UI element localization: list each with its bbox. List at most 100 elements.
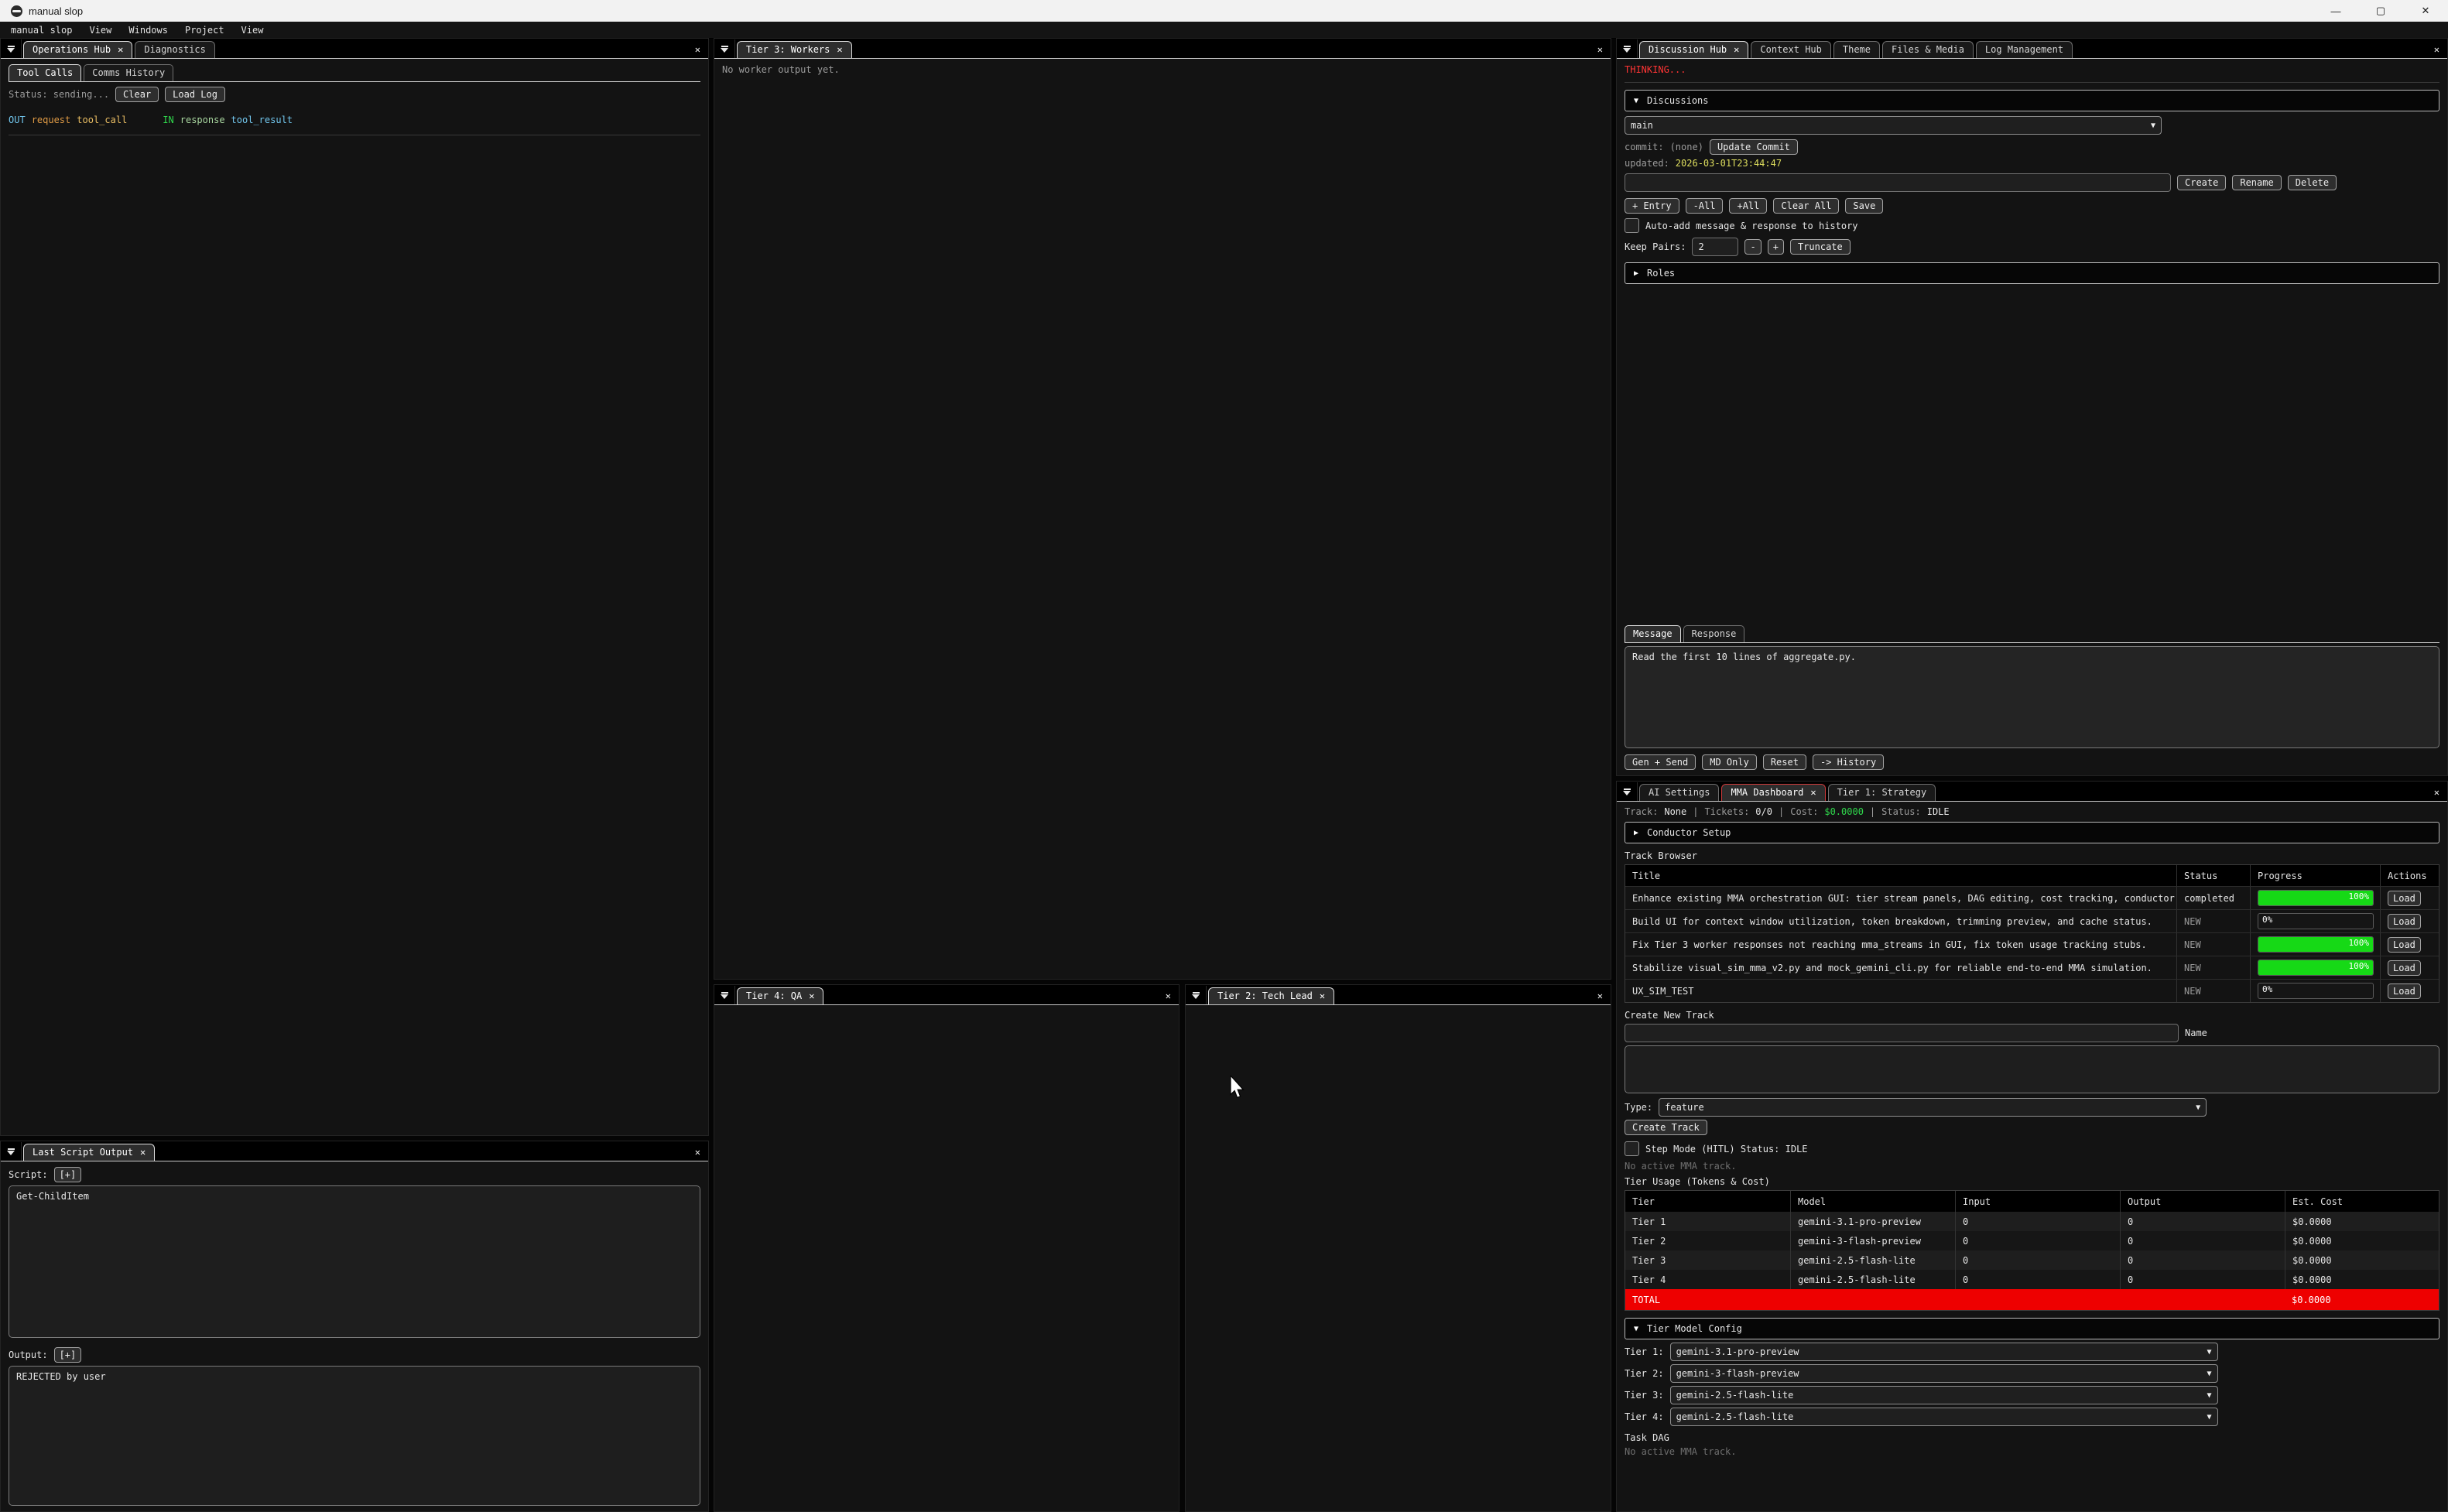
close-icon[interactable]: ✕ <box>2403 0 2448 22</box>
keep-pairs-increment-button[interactable]: + <box>1768 239 1784 255</box>
roles-section-header[interactable]: ▶ Roles <box>1625 262 2439 284</box>
load-button[interactable]: Load <box>2388 983 2421 999</box>
tab-close-icon[interactable]: ✕ <box>837 44 842 55</box>
keep-pairs-decrement-button[interactable]: - <box>1744 239 1761 255</box>
menu-item-windows[interactable]: Windows <box>128 25 168 36</box>
menu-item-view-2[interactable]: View <box>241 25 264 36</box>
subtab-tool-calls[interactable]: Tool Calls <box>9 64 81 81</box>
tier1-model-select[interactable]: gemini-3.1-pro-preview ▼ <box>1670 1343 2218 1361</box>
add-entry-button[interactable]: + Entry <box>1625 198 1679 214</box>
tab-tier2-tech-lead[interactable]: Tier 2: Tech Lead ✕ <box>1208 987 1334 1004</box>
tab-close-icon[interactable]: ✕ <box>809 990 814 1001</box>
tier3-model-select[interactable]: gemini-2.5-flash-lite ▼ <box>1670 1386 2218 1404</box>
plus-all-button[interactable]: +All <box>1729 198 1767 214</box>
status-text: Status: sending... <box>9 89 109 100</box>
keep-pairs-input[interactable]: 2 <box>1692 238 1738 256</box>
tab-ai-settings[interactable]: AI Settings <box>1639 784 1719 801</box>
minimize-icon[interactable]: — <box>2313 0 2358 22</box>
tab-tier4-qa[interactable]: Tier 4: QA ✕ <box>737 987 823 1004</box>
load-log-button[interactable]: Load Log <box>165 87 225 102</box>
tier-model-config-header[interactable]: ▼ Tier Model Config <box>1625 1318 2439 1339</box>
discussion-name-input[interactable] <box>1625 173 2171 192</box>
menu-bar: manual slop View Windows Project View <box>0 22 2448 39</box>
create-button[interactable]: Create <box>2177 175 2226 190</box>
panel-close-icon[interactable]: ✕ <box>687 1147 708 1161</box>
tab-files-media[interactable]: Files & Media <box>1882 41 1974 58</box>
panel-close-icon[interactable]: ✕ <box>2426 44 2447 58</box>
to-history-button[interactable]: -> History <box>1813 754 1884 770</box>
tab-list-dropdown-icon[interactable] <box>1186 986 1207 1004</box>
tier4-model-select[interactable]: gemini-2.5-flash-lite ▼ <box>1670 1408 2218 1426</box>
discussions-section-header[interactable]: ▼ Discussions <box>1625 90 2439 111</box>
load-button[interactable]: Load <box>2388 914 2421 929</box>
reset-button[interactable]: Reset <box>1763 754 1806 770</box>
tab-list-dropdown-icon[interactable] <box>1 39 22 58</box>
tab-diagnostics[interactable]: Diagnostics <box>135 41 214 58</box>
track-type-select[interactable]: feature ▼ <box>1659 1098 2207 1117</box>
message-textarea[interactable]: Read the first 10 lines of aggregate.py. <box>1625 646 2439 748</box>
update-commit-button[interactable]: Update Commit <box>1710 139 1798 155</box>
tab-list-dropdown-icon[interactable] <box>714 39 735 58</box>
load-button[interactable]: Load <box>2388 891 2421 906</box>
legend-tool-result: tool_result <box>231 115 293 125</box>
new-track-name-input[interactable] <box>1625 1024 2179 1042</box>
new-track-description-textarea[interactable] <box>1625 1045 2439 1093</box>
updated-timestamp: 2026-03-01T23:44:47 <box>1676 158 1782 169</box>
tab-last-script-output[interactable]: Last Script Output ✕ <box>23 1144 155 1161</box>
script-textarea[interactable]: Get-ChildItem <box>9 1185 700 1338</box>
load-button[interactable]: Load <box>2388 937 2421 953</box>
tab-operations-hub[interactable]: Operations Hub ✕ <box>23 41 132 58</box>
save-button[interactable]: Save <box>1845 198 1883 214</box>
tab-close-icon[interactable]: ✕ <box>1734 44 1739 55</box>
tab-close-icon[interactable]: ✕ <box>118 44 123 55</box>
tab-list-dropdown-icon[interactable] <box>1 1142 22 1161</box>
tab-log-management[interactable]: Log Management <box>1976 41 2073 58</box>
tier2-model-select[interactable]: gemini-3-flash-preview ▼ <box>1670 1364 2218 1383</box>
output-expand-button[interactable]: [+] <box>54 1347 82 1363</box>
tab-context-hub[interactable]: Context Hub <box>1751 41 1830 58</box>
tab-close-icon[interactable]: ✕ <box>1320 990 1325 1001</box>
clear-button[interactable]: Clear <box>115 87 159 102</box>
gen-send-button[interactable]: Gen + Send <box>1625 754 1696 770</box>
tab-list-dropdown-icon[interactable] <box>714 986 735 1004</box>
panel-close-icon[interactable]: ✕ <box>687 44 708 58</box>
no-active-track-text: No active MMA track. <box>1625 1161 2439 1172</box>
tab-discussion-hub[interactable]: Discussion Hub ✕ <box>1639 41 1748 58</box>
conductor-setup-header[interactable]: ▶ Conductor Setup <box>1625 822 2439 843</box>
tab-close-icon[interactable]: ✕ <box>140 1147 146 1158</box>
tab-list-dropdown-icon[interactable] <box>1617 782 1638 801</box>
panel-close-icon[interactable]: ✕ <box>1590 44 1611 58</box>
tab-theme[interactable]: Theme <box>1833 41 1880 58</box>
md-only-button[interactable]: MD Only <box>1702 754 1757 770</box>
tab-close-icon[interactable]: ✕ <box>1810 787 1816 798</box>
clear-all-button[interactable]: Clear All <box>1773 198 1839 214</box>
output-textarea[interactable]: REJECTED by user <box>9 1366 700 1506</box>
tier3-tabstrip: Tier 3: Workers ✕ ✕ <box>714 39 1611 59</box>
create-track-button[interactable]: Create Track <box>1625 1120 1707 1135</box>
discussion-select[interactable]: main ▼ <box>1625 116 2162 135</box>
legend-response: response <box>180 115 225 125</box>
menu-item-app[interactable]: manual slop <box>11 25 72 36</box>
panel-close-icon[interactable]: ✕ <box>1590 990 1611 1004</box>
delete-button[interactable]: Delete <box>2288 175 2337 190</box>
subtab-comms-history[interactable]: Comms History <box>84 64 173 81</box>
subtab-message[interactable]: Message <box>1625 625 1681 642</box>
load-button[interactable]: Load <box>2388 960 2421 976</box>
autoadd-checkbox[interactable] <box>1625 218 1639 233</box>
minus-all-button[interactable]: -All <box>1686 198 1724 214</box>
menu-item-project[interactable]: Project <box>185 25 224 36</box>
chevron-down-icon: ▼ <box>2207 1370 2212 1378</box>
rename-button[interactable]: Rename <box>2232 175 2281 190</box>
tab-list-dropdown-icon[interactable] <box>1617 39 1638 58</box>
maximize-icon[interactable]: ▢ <box>2358 0 2403 22</box>
menu-item-view[interactable]: View <box>89 25 111 36</box>
truncate-button[interactable]: Truncate <box>1790 239 1851 255</box>
tab-tier1-strategy[interactable]: Tier 1: Strategy <box>1828 784 1936 801</box>
panel-close-icon[interactable]: ✕ <box>2426 787 2447 801</box>
script-expand-button[interactable]: [+] <box>54 1167 82 1182</box>
tab-mma-dashboard[interactable]: MMA Dashboard ✕ <box>1721 784 1825 801</box>
tab-tier3-workers[interactable]: Tier 3: Workers ✕ <box>737 41 852 58</box>
step-mode-checkbox[interactable] <box>1625 1141 1639 1156</box>
subtab-response[interactable]: Response <box>1683 625 1745 642</box>
panel-close-icon[interactable]: ✕ <box>1158 990 1179 1004</box>
